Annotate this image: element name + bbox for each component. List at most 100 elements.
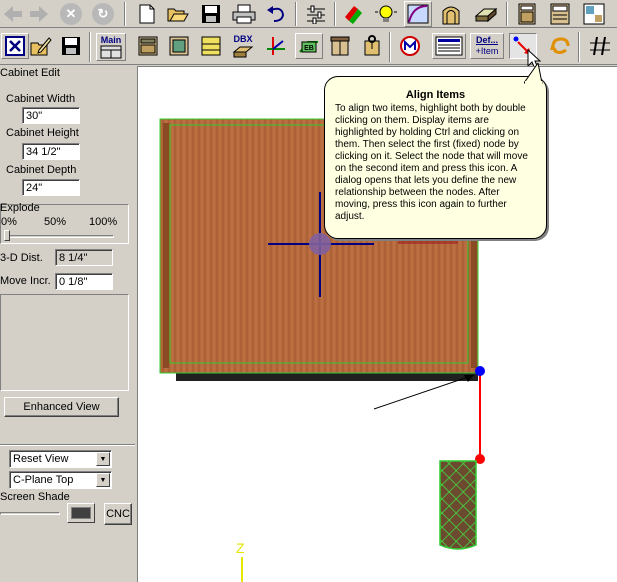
3d-viewport[interactable]: Z Align Items To align two items, highli… bbox=[137, 63, 617, 582]
annotation-arrow bbox=[373, 376, 469, 410]
materials-button[interactable] bbox=[340, 1, 368, 27]
cabinet-front-icon bbox=[330, 36, 350, 56]
material-list-button[interactable] bbox=[432, 33, 466, 59]
rotate-button[interactable] bbox=[546, 33, 574, 59]
cabinet-list-button[interactable] bbox=[546, 1, 574, 27]
options-button[interactable] bbox=[302, 1, 330, 27]
lighting-button[interactable] bbox=[372, 1, 400, 27]
material-swatch-icon bbox=[345, 6, 362, 24]
cplane-select[interactable]: C-Plane Top ▼ bbox=[9, 471, 112, 489]
settings-sliders-icon bbox=[307, 5, 325, 24]
print-button[interactable] bbox=[230, 1, 258, 27]
save-cabinet-button[interactable] bbox=[57, 33, 85, 59]
cabinet-list-icon bbox=[550, 3, 570, 25]
toolbar-separator bbox=[389, 32, 391, 62]
new-document-button[interactable] bbox=[133, 1, 161, 27]
dbx-button[interactable]: DBX bbox=[229, 33, 257, 59]
main-button-label: Main bbox=[100, 34, 122, 45]
enhanced-view-button[interactable]: Enhanced View bbox=[4, 397, 119, 417]
back-arrow-icon[interactable] bbox=[2, 3, 24, 25]
def-item-button[interactable]: Def... +Item bbox=[470, 33, 504, 59]
explode-slider-thumb[interactable] bbox=[4, 230, 10, 241]
cabinet-height-label: Cabinet Height bbox=[6, 127, 79, 139]
z-axis-label: Z bbox=[236, 540, 245, 556]
face-frame-icon bbox=[169, 36, 189, 56]
material-list-icon bbox=[435, 36, 463, 56]
edge-band-icon: EB bbox=[299, 41, 318, 53]
forward-arrow-icon[interactable] bbox=[28, 3, 50, 25]
new-document-icon bbox=[139, 4, 155, 24]
chevron-down-icon[interactable]: ▼ bbox=[96, 473, 110, 487]
toolbar-separator bbox=[578, 32, 580, 62]
screen-shade-slider[interactable] bbox=[0, 512, 60, 515]
fixed-node[interactable] bbox=[475, 366, 485, 376]
hardware-icon bbox=[364, 35, 380, 56]
cnc-button[interactable]: CNC bbox=[104, 503, 132, 525]
explode-100-label: 100% bbox=[89, 216, 118, 228]
panel-title: Cabinet Edit bbox=[0, 67, 60, 79]
z-axis-indicator: Z bbox=[236, 540, 245, 582]
door-button[interactable] bbox=[437, 1, 465, 27]
tooltip-pointer bbox=[524, 63, 543, 85]
explode-50-label: 50% bbox=[44, 216, 67, 228]
cabinet-edit-panel: Cabinet Edit Cabinet Width 30" Cabinet H… bbox=[0, 66, 135, 582]
view-select[interactable]: Reset View ▼ bbox=[9, 450, 112, 468]
chevron-down-icon[interactable]: ▼ bbox=[96, 452, 110, 466]
move-increment-field[interactable]: 0 1/8" bbox=[55, 273, 113, 290]
undo-button[interactable] bbox=[263, 1, 291, 27]
cm-logo-icon bbox=[400, 36, 420, 56]
close-edit-button[interactable] bbox=[1, 33, 29, 59]
drawer-button[interactable] bbox=[197, 33, 225, 59]
dimension-icon bbox=[590, 36, 610, 56]
shade-color-button[interactable] bbox=[67, 503, 95, 523]
toolbar-separator bbox=[295, 2, 297, 26]
hardware-button[interactable] bbox=[358, 33, 386, 59]
open-button[interactable] bbox=[164, 1, 192, 27]
cabinet-height-field[interactable]: 34 1/2" bbox=[22, 143, 80, 160]
pencil-folder-icon bbox=[30, 37, 52, 56]
dimension-button[interactable] bbox=[586, 33, 614, 59]
face-frame-button[interactable] bbox=[165, 33, 193, 59]
toolbar-separator bbox=[506, 2, 508, 26]
explode-0-label: 0% bbox=[1, 216, 17, 228]
svg-text:EB: EB bbox=[304, 45, 314, 52]
explode-slider-track[interactable] bbox=[4, 235, 114, 238]
main-button[interactable]: Main bbox=[96, 33, 126, 61]
save-disk-icon bbox=[62, 37, 80, 55]
layout-button[interactable] bbox=[580, 1, 608, 27]
edit-button[interactable] bbox=[27, 33, 55, 59]
tooltip-body: To align two items, highlight both by do… bbox=[335, 103, 528, 222]
save-button[interactable] bbox=[197, 1, 225, 27]
axis-button[interactable] bbox=[262, 33, 290, 59]
cplane-select-value: C-Plane Top bbox=[13, 474, 74, 486]
open-folder-icon bbox=[167, 8, 189, 22]
main-toolbar: ✕ ↻ bbox=[0, 0, 617, 28]
toolbar-separator bbox=[89, 32, 91, 62]
box-button[interactable] bbox=[134, 33, 162, 59]
cabinet-front-button[interactable] bbox=[326, 33, 354, 59]
3d-distance-label: 3-D Dist. bbox=[0, 252, 43, 264]
panel-button[interactable] bbox=[472, 1, 500, 27]
toolbar-separator bbox=[334, 2, 336, 26]
close-icon bbox=[5, 36, 25, 56]
3d-distance-field: 8 1/4" bbox=[55, 249, 113, 266]
layout-icon bbox=[583, 3, 605, 25]
cabinet-width-field[interactable]: 30" bbox=[22, 107, 80, 124]
panel-divider bbox=[0, 444, 135, 446]
save-disk-icon bbox=[202, 5, 220, 23]
drawer-icon bbox=[201, 36, 221, 56]
refresh-icon[interactable]: ↻ bbox=[92, 3, 114, 25]
hatched-item[interactable] bbox=[439, 460, 477, 550]
move-increment-label: Move Incr. bbox=[0, 275, 51, 287]
cabinet-button[interactable] bbox=[513, 1, 541, 27]
cabinet-grid-icon bbox=[100, 45, 122, 58]
cm-button[interactable] bbox=[396, 33, 424, 59]
stop-icon[interactable]: ✕ bbox=[60, 3, 82, 25]
explode-label: Explode bbox=[0, 202, 40, 214]
options-group bbox=[0, 294, 129, 391]
cabinet-depth-field[interactable]: 24" bbox=[22, 179, 80, 196]
eb-button[interactable]: EB bbox=[295, 33, 323, 59]
rotate-icon bbox=[550, 37, 570, 54]
shade-color-swatch bbox=[71, 507, 91, 519]
curve-button[interactable] bbox=[404, 1, 432, 27]
